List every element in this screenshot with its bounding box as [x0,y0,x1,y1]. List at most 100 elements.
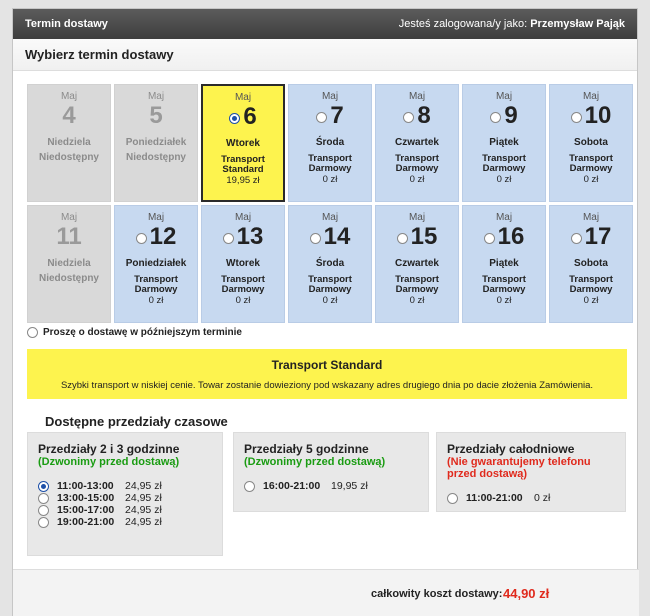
slot-group-title: Przedziały 2 i 3 godzinne [38,442,180,456]
day-price: 0 zł [496,295,512,306]
day-number-text: 13 [236,223,264,250]
slot-option[interactable]: 11:00-13:00 24,95 zł [38,480,212,492]
page-title: Termin dostawy [25,18,108,30]
day-tile-15[interactable]: Maj 15 Czwartek Transport Darmowy 0 zł [375,205,459,323]
slot-group-note: (Nie gwarantujemy telefonu przed dostawą… [447,456,591,480]
radio-icon[interactable] [396,233,408,244]
day-tile-13[interactable]: Maj 13 Wtorek Transport Darmowy 0 zł [201,205,285,323]
radio-icon[interactable] [490,112,502,123]
day-weekday: Środa [315,137,345,148]
day-tile-10[interactable]: Maj 10 Sobota Transport Darmowy 0 zł [549,84,633,202]
calendar-grid: Maj 4 Niedziela Niedostępny Maj 5 Poniedziałek… [27,84,633,323]
delivery-panel: Termin dostawy Jesteś zalogowana/y jako:… [12,8,639,616]
section-title: Wybierz termin dostawy [13,39,637,71]
slot-option[interactable]: 13:00-15:00 24,95 zł [38,492,212,504]
day-number-text: 6 [243,103,257,130]
radio-icon[interactable] [38,480,49,492]
day-transport: Transport Darmowy [395,153,439,174]
day-number: 11 [28,223,110,250]
radio-icon[interactable] [483,233,495,244]
day-transport: Transport Darmowy [308,274,352,295]
day-price: 0 zł [409,295,425,306]
day-number-text: 14 [323,223,351,250]
slot-group-full-day: Przedziały całodniowe (Nie gwarantujemy t… [436,432,626,512]
radio-icon[interactable] [38,516,49,528]
day-number-text: 11 [56,223,82,250]
day-transport: Transport Darmowy [134,274,178,295]
day-transport: Transport Standard [221,154,265,175]
day-price: 0 zł [235,295,251,306]
day-tile-12[interactable]: Maj 12 Poniedziałek Transport Darmowy 0 zł [114,205,198,323]
radio-icon[interactable] [229,113,241,124]
slot-price: 0 zł [534,492,551,504]
day-number-text: 9 [504,102,518,129]
day-number-text: 10 [584,102,612,129]
day-month: Maj [321,91,339,102]
day-number-text: 8 [417,102,431,129]
day-price: 0 zł [322,174,338,185]
radio-icon[interactable] [309,233,321,244]
day-tile-9[interactable]: Maj 9 Piątek Transport Darmowy 0 zł [462,84,546,202]
banner-title: Transport Standard [271,358,383,372]
day-price: 0 zł [583,295,599,306]
day-month: Maj [321,212,339,223]
radio-icon[interactable] [27,327,38,338]
day-month: Maj [234,92,252,103]
slot-group-note: (Dzwonimy przed dostawą) [244,456,386,468]
day-number-text: 17 [584,223,612,250]
slot-group-2-3h: Przedziały 2 i 3 godzinne (Dzwonimy przed… [27,432,223,556]
radio-icon[interactable] [244,480,255,492]
slot-time: 13:00-15:00 [57,492,115,504]
day-transport: Transport Darmowy [395,274,439,295]
radio-icon[interactable] [570,233,582,244]
day-tile-8[interactable]: Maj 8 Czwartek Transport Darmowy 0 zł [375,84,459,202]
radio-icon[interactable] [135,233,147,244]
later-date-option[interactable]: Proszę o dostawę w późniejszym terminie [27,327,242,338]
footer-total: całkowity koszt dostawy: 44,90 zł [13,569,639,616]
day-number-text: 5 [149,102,163,129]
slot-group-title: Przedziały 5 godzinne [244,442,369,456]
day-month: Maj [234,212,252,223]
day-weekday: Wtorek [226,258,260,269]
day-tile-6[interactable]: Maj 6 Wtorek Transport Standard 19,95 zł [201,84,285,202]
day-number-text: 16 [497,223,525,250]
slot-option[interactable]: 15:00-17:00 24,95 zł [38,504,212,516]
day-tile-17[interactable]: Maj 17 Sobota Transport Darmowy 0 zł [549,205,633,323]
day-number-text: 15 [410,223,438,250]
day-price: 19,95 zł [226,175,260,186]
day-tile-14[interactable]: Maj 14 Środa Transport Darmowy 0 zł [288,205,372,323]
later-date-label: Proszę o dostawę w późniejszym terminie [43,327,242,338]
slots-heading: Dostępne przedziały czasowe [45,414,228,429]
day-tile-7[interactable]: Maj 7 Środa Transport Darmowy 0 zł [288,84,372,202]
day-number: 14 [289,223,371,250]
day-weekday: Czwartek [395,137,439,148]
slot-price: 24,95 zł [125,480,162,492]
day-number: 8 [376,102,458,129]
day-transport: Transport Darmowy [482,274,526,295]
radio-icon[interactable] [403,112,415,123]
slot-option[interactable]: 19:00-21:00 24,95 zł [38,516,212,528]
slot-time: 15:00-17:00 [57,504,115,516]
day-number: 10 [550,102,632,129]
day-transport: Transport Darmowy [308,153,352,174]
radio-icon[interactable] [38,504,49,516]
slot-time: 16:00-21:00 [263,480,321,492]
radio-icon[interactable] [570,112,582,123]
user-info: Jesteś zalogowana/y jako: Przemysław Paj… [399,18,625,30]
slot-group-note: (Dzwonimy przed dostawą) [38,456,180,468]
radio-icon[interactable] [447,492,458,504]
radio-icon[interactable] [222,233,234,244]
day-weekday: Poniedziałek [125,137,187,148]
radio-icon[interactable] [38,492,49,504]
slot-option[interactable]: 11:00-21:00 0 zł [447,492,615,504]
day-weekday: Sobota [574,137,608,148]
day-month: Maj [582,91,600,102]
radio-icon[interactable] [316,112,328,123]
day-number: 16 [463,223,545,250]
day-tile-16[interactable]: Maj 16 Piątek Transport Darmowy 0 zł [462,205,546,323]
day-weekday: Niedziela [47,137,91,148]
day-tile-4: Maj 4 Niedziela Niedostępny [27,84,111,202]
slot-option[interactable]: 16:00-21:00 19,95 zł [244,480,418,492]
slot-price: 24,95 zł [125,504,162,516]
day-unavailable: Niedostępny [38,273,99,284]
